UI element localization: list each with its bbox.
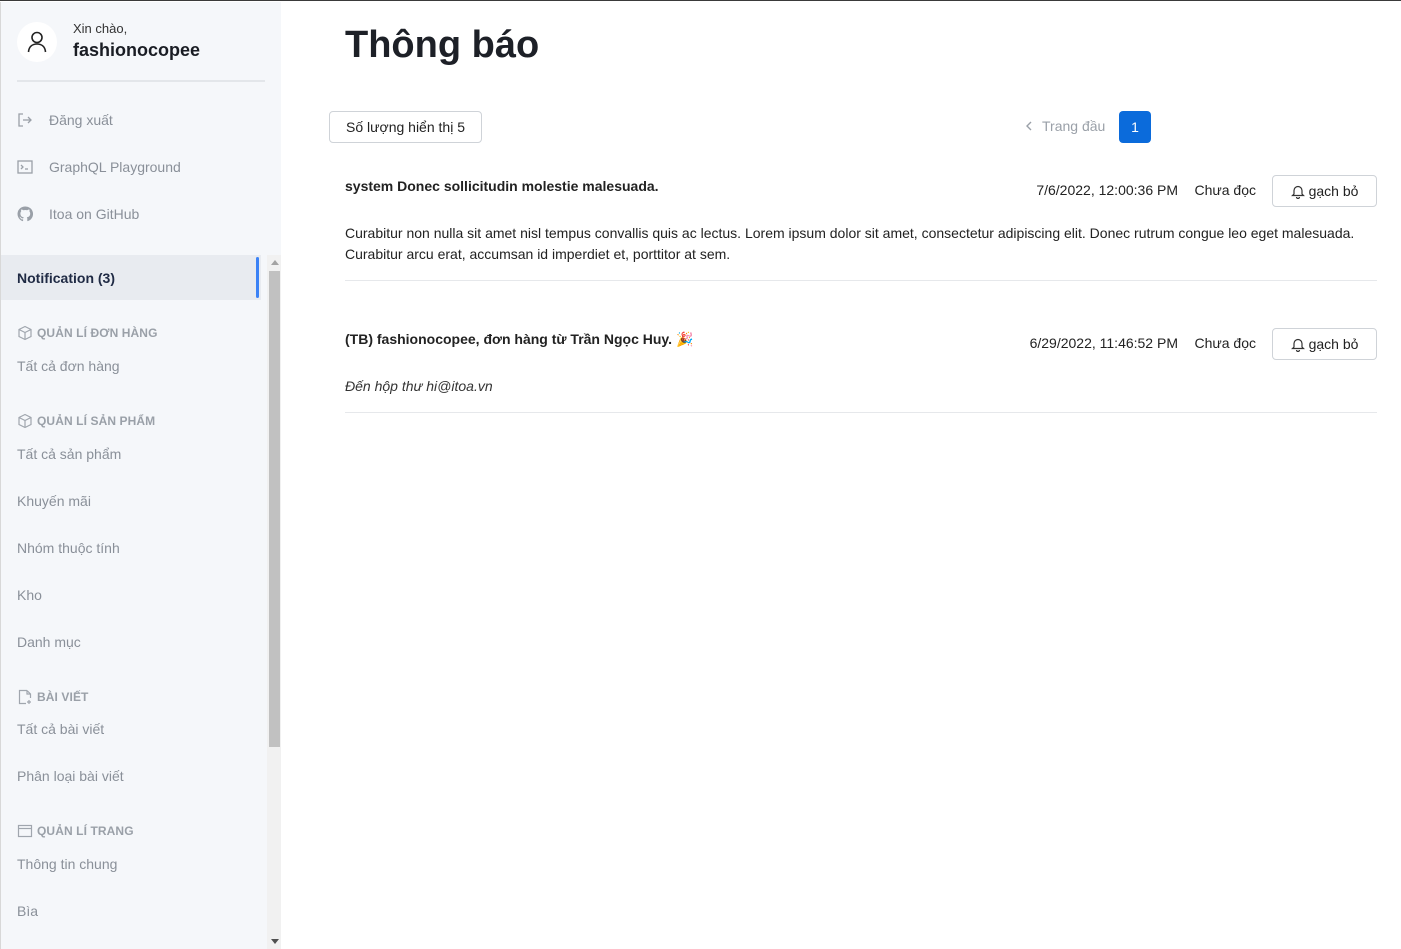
github-link[interactable]: Itoa on GitHub: [17, 204, 139, 224]
dismiss-label: gạch bỏ: [1308, 183, 1359, 199]
sidebar-item-categories[interactable]: Danh mục: [17, 634, 81, 650]
notification-item: (TB) fashionocopee, đơn hàng từ Trần Ngọ…: [345, 328, 1377, 413]
section-order-management: QUẢN LÍ ĐƠN HÀNG: [17, 325, 158, 341]
notification-title: (TB) fashionocopee, đơn hàng từ Trần Ngọ…: [345, 331, 694, 347]
graphql-playground-label: GraphQL Playground: [49, 159, 181, 175]
section-product-title: QUẢN LÍ SẢN PHẨM: [37, 414, 156, 428]
active-indicator: [256, 257, 259, 298]
box-icon: [18, 325, 32, 341]
github-label: Itoa on GitHub: [49, 206, 140, 222]
sidebar-item-general-info[interactable]: Thông tin chung: [17, 856, 117, 872]
sidebar-item-all-products[interactable]: Tất cả sản phẩm: [17, 446, 121, 462]
sidebar-menu: Notification (3) QUẢN LÍ ĐƠN HÀNG Tất cả…: [1, 255, 267, 949]
sidebar: Xin chào, fashionocopee Đăng xuất GraphQ…: [0, 2, 281, 949]
sidebar-item-all-posts[interactable]: Tất cả bài viết: [17, 721, 104, 737]
notification-status: Chưa đọc: [1194, 335, 1256, 351]
bell-icon: [1290, 338, 1305, 352]
scroll-down-icon[interactable]: [271, 939, 279, 944]
sidebar-item-cover[interactable]: Bìa: [17, 903, 38, 919]
sidebar-item-all-orders[interactable]: Tất cả đơn hàng: [17, 358, 120, 374]
greeting-text: Xin chào,: [73, 21, 128, 36]
sidebar-item-promotions[interactable]: Khuyến mãi: [17, 493, 91, 509]
post-icon: [18, 689, 32, 705]
user-icon[interactable]: [17, 22, 57, 62]
dismiss-button[interactable]: gạch bỏ: [1272, 175, 1377, 207]
user-name: fashionocopee: [73, 40, 201, 60]
dismiss-button[interactable]: gạch bỏ: [1272, 328, 1377, 360]
dismiss-label: gạch bỏ: [1308, 336, 1359, 352]
notification-title: system Donec sollicitudin molestie males…: [345, 178, 659, 194]
pager-first-label: Trang đầu: [1042, 118, 1106, 134]
section-order-title: QUẢN LÍ ĐƠN HÀNG: [37, 326, 158, 340]
main-content: Thông báo Số lượng hiển thị 5 Trang đầu …: [281, 2, 1401, 949]
sidebar-item-warehouse[interactable]: Kho: [17, 587, 42, 603]
notification-time: 6/29/2022, 11:46:52 PM: [1029, 335, 1178, 351]
logout-link[interactable]: Đăng xuất: [17, 110, 113, 130]
box-icon: [18, 413, 32, 429]
page-title: Thông báo: [345, 24, 540, 66]
logout-icon: [18, 113, 32, 127]
section-posts: BÀI VIẾT: [17, 689, 88, 705]
chevron-left-icon: [1026, 121, 1032, 131]
sidebar-item-notification[interactable]: Notification (3): [1, 255, 261, 300]
browser-icon: [17, 824, 33, 838]
notification-body: Curabitur non nulla sit amet nisl tempus…: [345, 225, 1355, 262]
scroll-up-icon[interactable]: [271, 260, 279, 265]
pager-first-page[interactable]: Trang đầu: [1025, 118, 1105, 134]
sidebar-item-attribute-groups[interactable]: Nhóm thuộc tính: [17, 540, 120, 556]
user-greeting: Xin chào, fashionocopee: [17, 19, 265, 82]
logout-label: Đăng xuất: [49, 112, 113, 128]
github-icon: [17, 206, 33, 222]
notification-item: system Donec sollicitudin molestie males…: [345, 175, 1377, 281]
notification-time: 7/6/2022, 12:00:36 PM: [1036, 182, 1178, 198]
sidebar-scrollbar[interactable]: [267, 255, 281, 949]
bell-icon: [1290, 185, 1305, 199]
pager-page-1[interactable]: 1: [1119, 111, 1151, 143]
terminal-icon: [17, 160, 33, 174]
notification-status: Chưa đọc: [1194, 182, 1256, 198]
sidebar-item-post-categories[interactable]: Phân loại bài viết: [17, 768, 124, 784]
notification-body: Đến hộp thư hi@itoa.vn: [345, 378, 493, 394]
section-product-management: QUẢN LÍ SẢN PHẨM: [17, 413, 155, 429]
section-page-title: QUẢN LÍ TRANG: [37, 824, 134, 838]
section-page-management: QUẢN LÍ TRANG: [17, 823, 134, 839]
graphql-playground-link[interactable]: GraphQL Playground: [17, 157, 181, 177]
section-posts-title: BÀI VIẾT: [37, 690, 89, 704]
scrollbar-thumb[interactable]: [269, 271, 280, 747]
page-size-button[interactable]: Số lượng hiển thị 5: [329, 111, 482, 143]
